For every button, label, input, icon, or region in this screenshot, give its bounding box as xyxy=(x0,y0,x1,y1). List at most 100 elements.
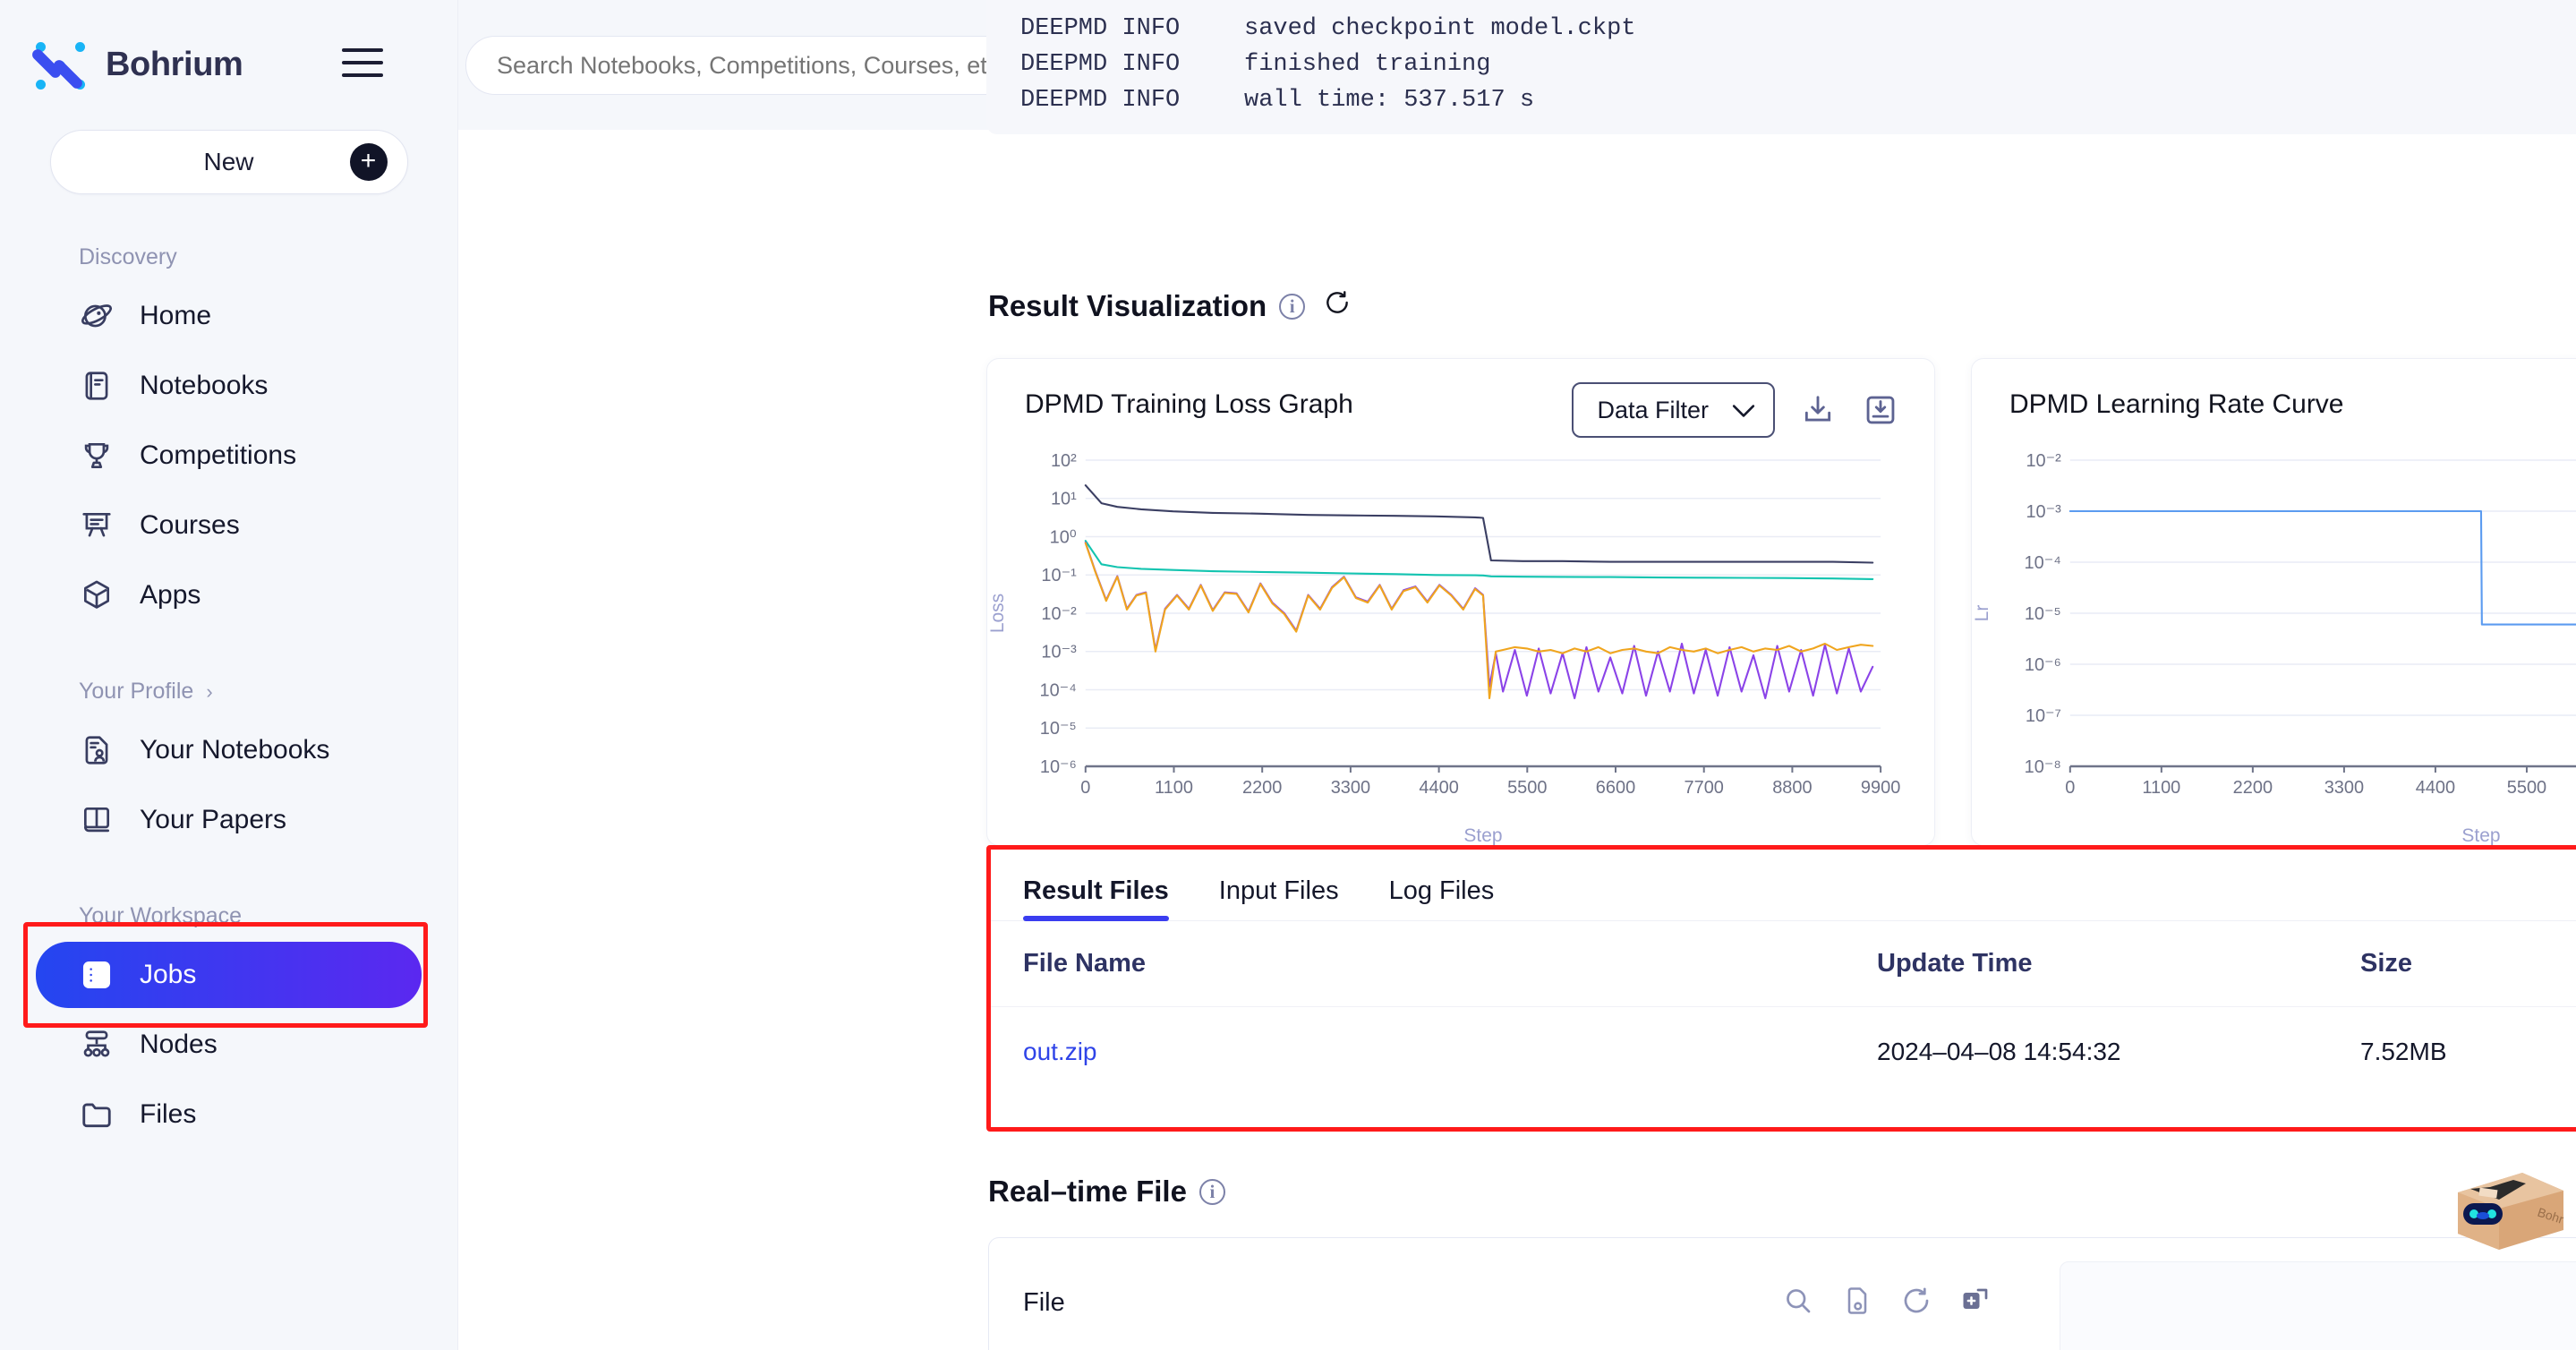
loss-chart-card: DPMD Training Loss Graph Data Filter 10²… xyxy=(986,358,1935,846)
svg-text:Step: Step xyxy=(2461,825,2500,846)
sidebar-item-label: Home xyxy=(140,301,212,330)
realtime-file-preview-pane[interactable] xyxy=(2060,1261,2576,1350)
table-row: out.zip 2024–04–08 14:54:32 7.52MB Downl… xyxy=(991,1007,2576,1097)
tab-log-files[interactable]: Log Files xyxy=(1389,876,1495,920)
svg-text:1100: 1100 xyxy=(2142,778,2180,798)
realtime-file-card: File xyxy=(988,1237,2576,1350)
notebook-user-icon xyxy=(79,732,115,768)
sidebar-group-your-profile[interactable]: Your Profile › xyxy=(0,679,457,705)
log-text: finished training xyxy=(1244,51,1491,78)
result-visualization-title: Result Visualization i xyxy=(988,288,1352,324)
svg-text:10⁻²: 10⁻² xyxy=(2026,451,2061,471)
column-file-name: File Name xyxy=(1023,949,1146,978)
group-label: Your Profile xyxy=(79,679,194,704)
log-tag: DEEPMD INFO xyxy=(1020,15,1181,42)
sidebar-item-nodes[interactable]: Nodes xyxy=(36,1012,422,1078)
sidebar-item-apps[interactable]: Apps xyxy=(36,562,422,628)
svg-text:9900: 9900 xyxy=(1861,778,1900,798)
sidebar-item-label: Courses xyxy=(140,510,240,540)
info-icon[interactable]: i xyxy=(1198,1178,1225,1205)
files-table: File Name Update Time Size Operation out… xyxy=(991,921,2576,1097)
lr-chart-card: DPMD Learning Rate Curve 10⁻² 10⁻³ 10⁻⁴ 10⁻… xyxy=(1971,358,2576,846)
svg-text:0: 0 xyxy=(1080,778,1090,798)
sidebar-item-jobs[interactable]: Jobs xyxy=(36,942,422,1008)
lr-chart-plot[interactable]: 10⁻² 10⁻³ 10⁻⁴ 10⁻⁵ 10⁻⁶ 10⁻⁷ 10⁻⁸0 1100 2200 330… xyxy=(1972,444,2576,847)
svg-text:8800: 8800 xyxy=(1772,778,1812,798)
svg-text:7700: 7700 xyxy=(1685,778,1724,798)
group-label: Discovery xyxy=(79,244,177,269)
multi-select-icon[interactable] xyxy=(1959,1285,1992,1321)
svg-text:Lr: Lr xyxy=(1972,605,1992,622)
brand-logo[interactable]: Bohrium xyxy=(0,0,457,130)
sidebar-item-competitions[interactable]: Competitions xyxy=(36,423,422,489)
sidebar-item-files[interactable]: Files xyxy=(36,1081,422,1148)
svg-text:10⁻¹: 10⁻¹ xyxy=(1041,566,1077,585)
svg-text:2200: 2200 xyxy=(2233,778,2273,798)
nodes-icon xyxy=(79,1027,115,1063)
column-update-time: Update Time xyxy=(1877,949,2033,978)
lr-chart-title: DPMD Learning Rate Curve xyxy=(2009,389,2344,419)
download-icon[interactable] xyxy=(1798,390,1838,430)
svg-text:10⁻⁸: 10⁻⁸ xyxy=(2025,757,2061,777)
realtime-file-left-pane: File xyxy=(989,1238,2027,1350)
cube-icon xyxy=(79,577,115,613)
svg-text:5500: 5500 xyxy=(2507,778,2546,798)
file-update-time: 2024–04–08 14:54:32 xyxy=(1877,1038,2121,1065)
refresh-icon[interactable] xyxy=(1900,1285,1932,1321)
svg-text:10¹: 10¹ xyxy=(1051,490,1077,509)
svg-text:10⁰: 10⁰ xyxy=(1050,527,1077,547)
svg-text:10⁻⁶: 10⁻⁶ xyxy=(2025,655,2061,675)
trophy-icon xyxy=(79,438,115,474)
sidebar-item-courses[interactable]: Courses xyxy=(36,492,422,559)
bohrium-logo-icon xyxy=(30,40,86,90)
sidebar-group-your-workspace: Your Workspace xyxy=(0,903,457,929)
realtime-file-tools xyxy=(1782,1285,1992,1321)
new-button[interactable]: New + xyxy=(49,130,408,194)
sidebar-item-label: Nodes xyxy=(140,1030,218,1059)
sidebar-item-your-notebooks[interactable]: Your Notebooks xyxy=(36,717,422,783)
sidebar: Bohrium New + Discovery Home Notebooks C… xyxy=(0,0,458,1350)
page-section-label: Real–time File xyxy=(988,1175,1187,1208)
sidebar-item-home[interactable]: Home xyxy=(36,283,422,349)
jobs-highlight-wrapper: Jobs xyxy=(0,922,457,1028)
svg-text:10⁻⁶: 10⁻⁶ xyxy=(1040,757,1077,777)
table-header: File Name Update Time Size Operation xyxy=(991,921,2576,1007)
file-size: 7.52MB xyxy=(2360,1038,2447,1065)
bohr-box-robot-mascot[interactable]: Bohr xyxy=(2436,1157,2569,1264)
sidebar-group-discovery: Discovery xyxy=(0,244,457,270)
save-image-icon[interactable] xyxy=(1861,390,1900,430)
menu-toggle-icon[interactable] xyxy=(342,48,383,82)
loss-chart-title: DPMD Training Loss Graph xyxy=(1025,389,1353,419)
notebook-icon xyxy=(79,368,115,404)
log-line: DEEPMD INFO wall time: 537.517 s xyxy=(1020,82,2576,118)
refresh-icon[interactable] xyxy=(1323,288,1352,324)
log-line: DEEPMD INFO finished training xyxy=(1020,47,2576,82)
file-name-link[interactable]: out.zip xyxy=(991,1038,1877,1066)
plus-icon: + xyxy=(349,143,388,181)
loss-chart-plot[interactable]: 10² 10¹ 10⁰ 10⁻¹ 10⁻² 10⁻³ 10⁻⁴ 10⁻⁵ 10⁻⁶0 1100 22… xyxy=(987,444,1934,847)
log-tag: DEEPMD INFO xyxy=(1020,51,1181,78)
page-section-label: Result Visualization xyxy=(988,289,1267,322)
search-icon[interactable] xyxy=(1782,1285,1814,1321)
sidebar-item-notebooks[interactable]: Notebooks xyxy=(36,353,422,419)
log-line: DEEPMD INFO saved checkpoint model.ckpt xyxy=(1020,11,2576,47)
svg-text:0: 0 xyxy=(2065,778,2075,798)
sidebar-item-label: Competitions xyxy=(140,440,297,470)
folder-icon xyxy=(79,1097,115,1132)
tab-input-files[interactable]: Input Files xyxy=(1219,876,1339,920)
realtime-file-label: File xyxy=(1023,1288,1065,1317)
svg-text:5500: 5500 xyxy=(1507,778,1547,798)
info-icon[interactable]: i xyxy=(1279,293,1306,320)
log-text: saved checkpoint model.ckpt xyxy=(1244,15,1636,42)
application-root: Bohrium New + Discovery Home Notebooks C… xyxy=(0,0,2576,1350)
svg-text:Loss: Loss xyxy=(987,594,1008,633)
sidebar-item-label: Your Papers xyxy=(140,805,287,834)
sidebar-item-your-papers[interactable]: Your Papers xyxy=(36,787,422,853)
file-settings-icon[interactable] xyxy=(1841,1285,1873,1321)
data-filter-select[interactable]: Data Filter xyxy=(1572,382,1775,438)
svg-text:10⁻³: 10⁻³ xyxy=(1041,643,1077,662)
svg-text:10⁻³: 10⁻³ xyxy=(2026,502,2061,522)
svg-text:10⁻⁷: 10⁻⁷ xyxy=(2026,706,2061,726)
training-log-panel[interactable]: DEEPMD INFO saved checkpoint model.ckpt D… xyxy=(986,0,2576,134)
tab-result-files[interactable]: Result Files xyxy=(1023,876,1169,921)
